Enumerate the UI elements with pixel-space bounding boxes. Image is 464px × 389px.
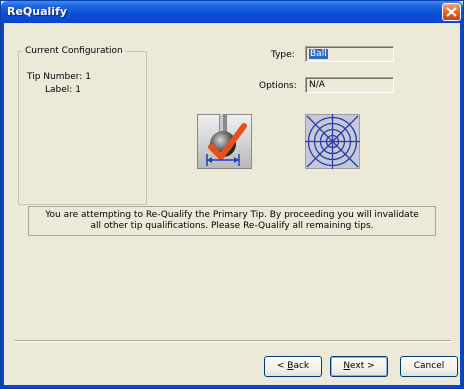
window-title: ReQualify xyxy=(7,5,68,18)
requalify-dialog: ReQualify Current Configuration Tip Numb… xyxy=(0,0,464,389)
type-label: Type: xyxy=(271,50,295,60)
tip-number-row: Tip Number: 1 xyxy=(27,72,91,82)
title-bar[interactable]: ReQualify xyxy=(1,1,463,23)
label-row: Label: 1 xyxy=(45,85,81,95)
window-frame-right xyxy=(460,23,463,388)
message-line-2: all other tip qualifications. Please Re-… xyxy=(90,221,374,231)
options-label: Options: xyxy=(259,81,297,91)
options-value: N/A xyxy=(309,80,325,90)
window-frame-bottom xyxy=(1,385,463,388)
button-separator xyxy=(15,340,451,342)
options-field: N/A xyxy=(305,77,394,93)
cancel-label: Cancel xyxy=(413,361,445,371)
cancel-button[interactable]: Cancel xyxy=(400,356,458,377)
current-configuration-group: Current Configuration Tip Number: 1 Labe… xyxy=(18,46,147,205)
tip-number-value: 1 xyxy=(85,72,91,82)
back-label: ack xyxy=(293,361,310,371)
back-button[interactable]: < Back xyxy=(264,356,322,377)
crosshair-target-icon[interactable] xyxy=(305,114,360,169)
message-line-1: You are attempting to Re-Qualify the Pri… xyxy=(45,210,419,220)
group-legend: Current Configuration xyxy=(23,46,125,56)
label-label: Label: xyxy=(45,85,73,95)
window-frame-left xyxy=(1,23,4,388)
next-label: ext > xyxy=(350,361,375,371)
type-field[interactable]: Ball xyxy=(305,46,394,62)
back-prefix: < xyxy=(276,361,288,371)
label-value: 1 xyxy=(75,85,81,95)
next-button[interactable]: Next > xyxy=(330,356,388,377)
tip-number-label: Tip Number: xyxy=(27,72,83,82)
close-button[interactable] xyxy=(442,3,461,21)
close-icon xyxy=(446,7,457,17)
type-value: Ball xyxy=(309,49,328,59)
ball-tip-check-icon[interactable] xyxy=(197,114,252,169)
warning-message: You are attempting to Re-Qualify the Pri… xyxy=(28,206,436,236)
